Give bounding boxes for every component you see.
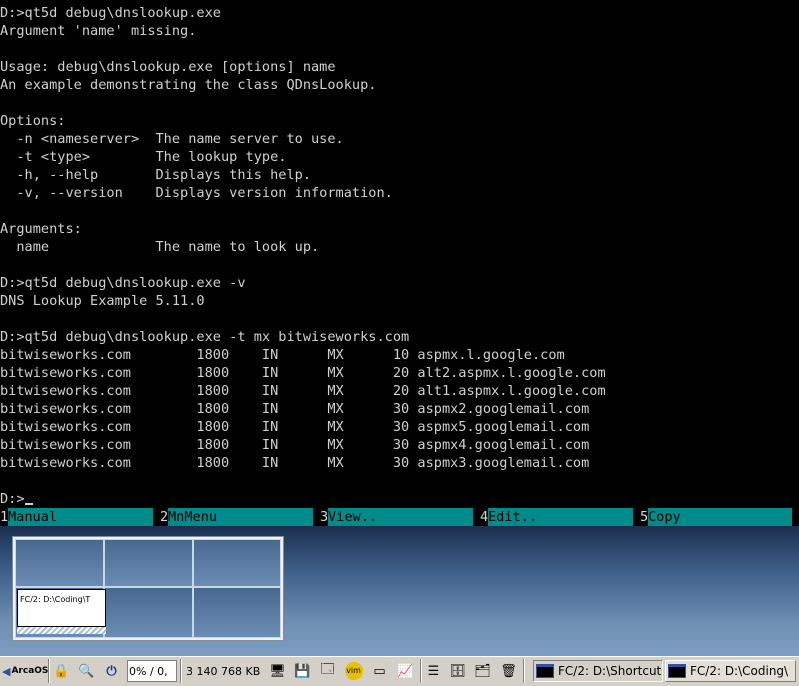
taskbar-task-coding[interactable]: FC/2: D:\Coding\	[665, 660, 796, 682]
prompt-text: D:>	[0, 491, 25, 507]
terminal-line: Argument 'name' missing.	[0, 23, 197, 39]
window-list-icon[interactable]: ☰	[423, 660, 444, 682]
power-icon[interactable]: ⏻	[101, 660, 122, 682]
fkey-number: 1	[0, 509, 9, 525]
fkey-mnmenu[interactable]: 2MnMenu	[160, 508, 313, 526]
function-key-bar: 1Manual 2MnMenu 3View.. 4Edit.. 5Copy	[0, 508, 799, 526]
fkey-copy[interactable]: 5Copy	[640, 508, 792, 526]
shredder-icon[interactable]: 🗑	[498, 660, 519, 682]
terminal-line: -t <type> The lookup type.	[0, 149, 287, 165]
fkey-label: Manual	[8, 508, 153, 526]
terminal-line: D:>qt5d debug\dnslookup.exe	[0, 5, 221, 21]
monitor-icon[interactable]: 🖥	[267, 660, 288, 682]
memory-label: 3 140 768 KB	[186, 664, 261, 678]
window-icon[interactable]: ▭	[369, 660, 390, 682]
pager-desktop-5[interactable]	[104, 587, 193, 638]
terminal-line: -h, --help Displays this help.	[0, 167, 311, 183]
fkey-label: Copy	[648, 508, 792, 526]
terminal-line: -n <nameserver> The name server to use.	[0, 131, 344, 147]
fkey-label: Edit..	[488, 508, 633, 526]
drives-icon[interactable]: 🗄	[447, 660, 468, 682]
virtual-desktop-pager[interactable]: FC/2: D:\Coding\T	[12, 536, 284, 641]
taskbar-task-shortcuts[interactable]: FC/2: D:\Shortcut	[533, 660, 663, 682]
task-label: FC/2: D:\Shortcut	[558, 664, 662, 678]
terminal-line: DNS Lookup Example 5.11.0	[0, 293, 205, 309]
arcaos-logo-icon: ◀	[2, 664, 11, 678]
terminal-line: bitwiseworks.com 1800 IN MX 30 aspmx4.go…	[0, 437, 590, 453]
start-button[interactable]: ◀ ArcaOS	[2, 660, 49, 682]
terminal-window[interactable]: D:>qt5d debug\dnslookup.exe Argument 'nam…	[0, 0, 799, 508]
lock-icon[interactable]: 🔒	[51, 660, 72, 682]
terminal-line: name The name to look up.	[0, 239, 320, 255]
start-label: ArcaOS	[11, 666, 49, 676]
terminal-line: bitwiseworks.com 1800 IN MX 30 aspmx3.go…	[0, 455, 590, 471]
desktop: FC/2: D:\Coding\T	[0, 526, 799, 656]
taskbar: ◀ ArcaOS 🔒 🔍 ⏻ 0% / 0, 3 140 768 KB 🖥 💾 …	[0, 656, 799, 686]
task-label: FC/2: D:\Coding\	[690, 664, 789, 678]
fkey-number: 4	[480, 509, 489, 525]
terminal-line: bitwiseworks.com 1800 IN MX 30 aspmx5.go…	[0, 419, 590, 435]
terminal-line: -v, --version Displays version informati…	[0, 185, 393, 201]
fkey-number: 2	[160, 509, 169, 525]
terminal-line: An example demonstrating the class QDnsL…	[0, 77, 377, 93]
terminal-line: bitwiseworks.com 1800 IN MX 20 alt2.aspm…	[0, 365, 606, 381]
fkey-number: 5	[640, 509, 649, 525]
terminal-line: bitwiseworks.com 1800 IN MX 10 aspmx.l.g…	[0, 347, 565, 363]
pager-desktop-3[interactable]	[193, 539, 281, 587]
pager-window-statusbar	[17, 627, 106, 634]
fkey-label: View..	[328, 508, 473, 526]
text-cursor	[24, 503, 33, 505]
terminal-line: D:>qt5d debug\dnslookup.exe -v	[0, 275, 246, 291]
fkey-edit[interactable]: 4Edit..	[480, 508, 633, 526]
terminal-icon	[536, 664, 554, 678]
terminal-line: bitwiseworks.com 1800 IN MX 30 aspmx2.go…	[0, 401, 590, 417]
pager-desktop-2[interactable]	[104, 539, 193, 587]
terminal-line: D:>qt5d debug\dnslookup.exe -t mx bitwis…	[0, 329, 410, 345]
vim-icon[interactable]: vim	[343, 660, 364, 682]
terminal-line: Options:	[0, 113, 66, 129]
fkey-manual[interactable]: 1Manual	[0, 508, 153, 526]
pulse-monitor-icon[interactable]: 📈	[395, 660, 416, 682]
fkey-view[interactable]: 3View..	[320, 508, 473, 526]
app-folder-icon[interactable]: 🗂	[472, 660, 493, 682]
terminal-line: Arguments:	[0, 221, 82, 237]
disk-icon[interactable]: 💾	[292, 660, 313, 682]
pager-desktop-1[interactable]	[15, 539, 104, 587]
pager-window-thumbnail[interactable]: FC/2: D:\Coding\T	[17, 589, 106, 627]
terminal-line: bitwiseworks.com 1800 IN MX 20 alt1.aspm…	[0, 383, 606, 399]
search-icon[interactable]: 🔍	[76, 660, 97, 682]
terminal-line: Usage: debug\dnslookup.exe [options] nam…	[0, 59, 336, 75]
system-setup-icon[interactable]: 🗔	[317, 660, 338, 682]
fkey-number: 3	[320, 509, 329, 525]
cpu-meter: 0% / 0,	[127, 660, 177, 682]
terminal-icon	[668, 664, 686, 678]
fkey-label: MnMenu	[168, 508, 313, 526]
terminal-prompt-line[interactable]: D:>	[0, 490, 33, 508]
pager-desktop-6[interactable]	[193, 587, 281, 638]
cpu-label: 0% / 0,	[129, 664, 168, 678]
